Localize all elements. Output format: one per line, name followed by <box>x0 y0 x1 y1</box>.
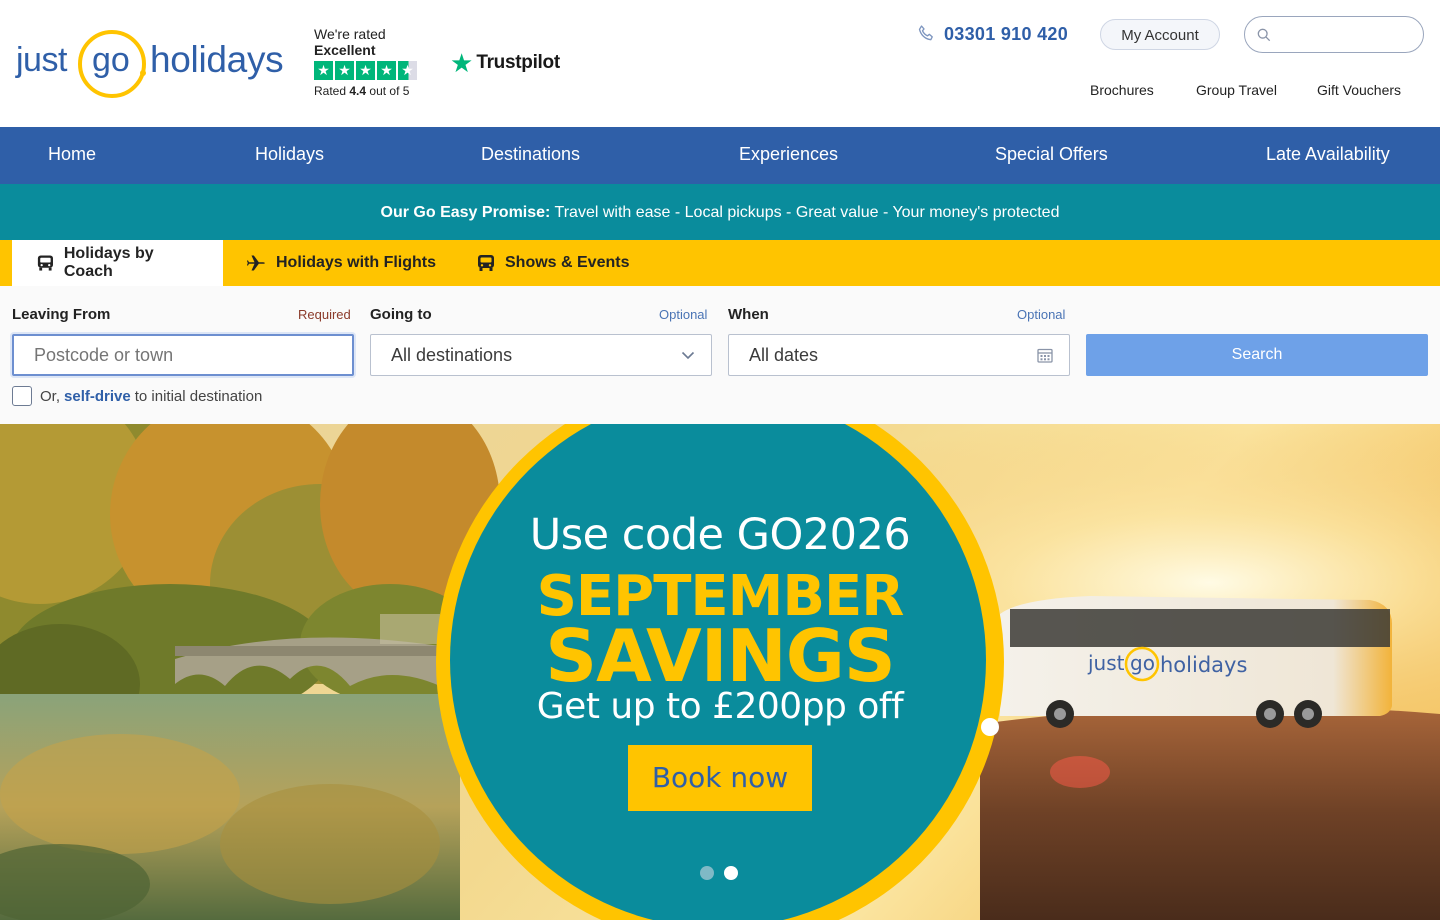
chevron-down-icon <box>681 351 695 360</box>
coach-icon <box>37 255 53 271</box>
self-drive-checkbox[interactable] <box>12 386 32 406</box>
leaving-from-label: Leaving From <box>12 306 111 323</box>
leaving-from-input[interactable] <box>34 345 334 366</box>
star-icon: ★ <box>377 61 396 80</box>
holiday-search-form: Leaving From Required Going to Optional … <box>0 286 1440 424</box>
plane-icon <box>247 255 265 271</box>
svg-text:just: just <box>1087 651 1125 675</box>
tab-holidays-by-coach[interactable]: Holidays by Coach <box>12 240 223 286</box>
when-label: When <box>728 306 769 323</box>
self-drive-option: Or, self-drive to initial destination <box>12 386 262 406</box>
tab-holidays-with-flights[interactable]: Holidays with Flights <box>223 240 460 286</box>
promo-offer: Get up to £200pp off <box>536 686 904 727</box>
search-button[interactable]: Search <box>1086 334 1428 376</box>
promise-title: Our Go Easy Promise: <box>380 204 551 221</box>
date-picker-field[interactable]: All dates <box>728 334 1070 376</box>
rating-prefix: Rated <box>314 84 347 98</box>
trustpilot-logo[interactable]: ★ Trustpilot <box>450 50 560 76</box>
trustpilot-star-icon: ★ <box>450 48 474 78</box>
site-search-input[interactable] <box>1277 23 1417 47</box>
self-drive-suffix: to initial destination <box>134 387 263 405</box>
promise-text: Travel with ease - Local pickups - Great… <box>554 204 1060 221</box>
rating-score-line: Rated 4.4 out of 5 <box>314 84 444 98</box>
rating-intro: We're rated <box>314 26 386 42</box>
rating-word: Excellent <box>314 42 376 58</box>
destination-value: All destinations <box>391 345 513 365</box>
going-to-label: Going to <box>370 306 432 323</box>
coach-icon <box>478 255 494 271</box>
svg-text:holidays: holidays <box>1160 653 1247 677</box>
tab-label: Holidays by Coach <box>63 245 154 280</box>
carousel-dot-1[interactable] <box>700 866 714 880</box>
destination-select[interactable]: All destinations <box>370 334 712 376</box>
brochures-link[interactable]: Brochures <box>1090 82 1154 98</box>
brand-logo[interactable]: just go holidays <box>16 30 286 98</box>
logo-go: go <box>92 41 130 79</box>
phone-number: 03301 910 420 <box>944 23 1069 44</box>
logo-dot <box>140 70 146 76</box>
gift-vouchers-link[interactable]: Gift Vouchers <box>1317 82 1401 98</box>
book-now-button[interactable]: Book now <box>628 745 812 811</box>
rating-out-of: out of 5 <box>369 84 410 98</box>
site-header: just go holidays We're rated Excellent ★… <box>0 0 1440 127</box>
main-navigation: Home Holidays Destinations Experiences S… <box>0 127 1440 184</box>
promo-code-line: Use code GO2026 <box>529 510 911 560</box>
rating-stars: ★ ★ ★ ★ ★ <box>314 61 444 80</box>
rating-score: 4.4 <box>349 84 367 98</box>
my-account-button[interactable]: My Account <box>1100 19 1220 50</box>
svg-text:go: go <box>1130 651 1155 675</box>
carousel-dot-2[interactable] <box>724 866 738 880</box>
phone-link[interactable]: 03301 910 420 <box>916 23 1068 45</box>
tab-label: Shows & Events <box>505 254 630 271</box>
nav-destinations[interactable]: Destinations <box>481 127 580 184</box>
trustpilot-wordmark: Trustpilot <box>476 52 560 73</box>
search-icon <box>1257 28 1271 42</box>
star-icon: ★ <box>356 61 375 80</box>
leaving-from-field[interactable] <box>12 334 354 376</box>
required-note: Required <box>298 307 351 322</box>
hero-banner[interactable]: just go holidays Use code GO2026 SEPTEMB… <box>0 424 1440 920</box>
logo-holidays: holidays <box>150 39 284 80</box>
date-value: All dates <box>749 345 819 365</box>
star-icon: ★ <box>335 61 354 80</box>
nav-holidays[interactable]: Holidays <box>255 127 324 184</box>
logo-just: just <box>16 41 67 79</box>
nav-special-offers[interactable]: Special Offers <box>995 127 1108 184</box>
nav-late-availability[interactable]: Late Availability <box>1266 127 1390 184</box>
site-search[interactable] <box>1244 16 1424 53</box>
self-drive-prefix: Or, <box>40 387 61 405</box>
promise-banner: Our Go Easy Promise: Travel with ease - … <box>0 184 1440 240</box>
trustpilot-rating[interactable]: We're rated Excellent ★ ★ ★ ★ ★ Rated 4.… <box>314 26 444 98</box>
calendar-icon <box>1037 348 1053 363</box>
star-icon: ★ <box>314 61 333 80</box>
tab-shows-and-events[interactable]: Shows & Events <box>452 240 653 286</box>
tab-label: Holidays with Flights <box>276 254 437 271</box>
half-star-icon: ★ <box>398 61 417 80</box>
phone-icon <box>918 25 933 41</box>
group-travel-link[interactable]: Group Travel <box>1196 82 1277 98</box>
self-drive-link[interactable]: self-drive <box>64 388 131 405</box>
search-tabs: Holidays by Coach Holidays with Flights … <box>0 240 1440 286</box>
nav-home[interactable]: Home <box>48 127 96 184</box>
optional-note: Optional <box>659 307 708 322</box>
nav-experiences[interactable]: Experiences <box>739 127 838 184</box>
optional-note: Optional <box>1017 307 1066 322</box>
carousel-dots <box>700 866 738 880</box>
